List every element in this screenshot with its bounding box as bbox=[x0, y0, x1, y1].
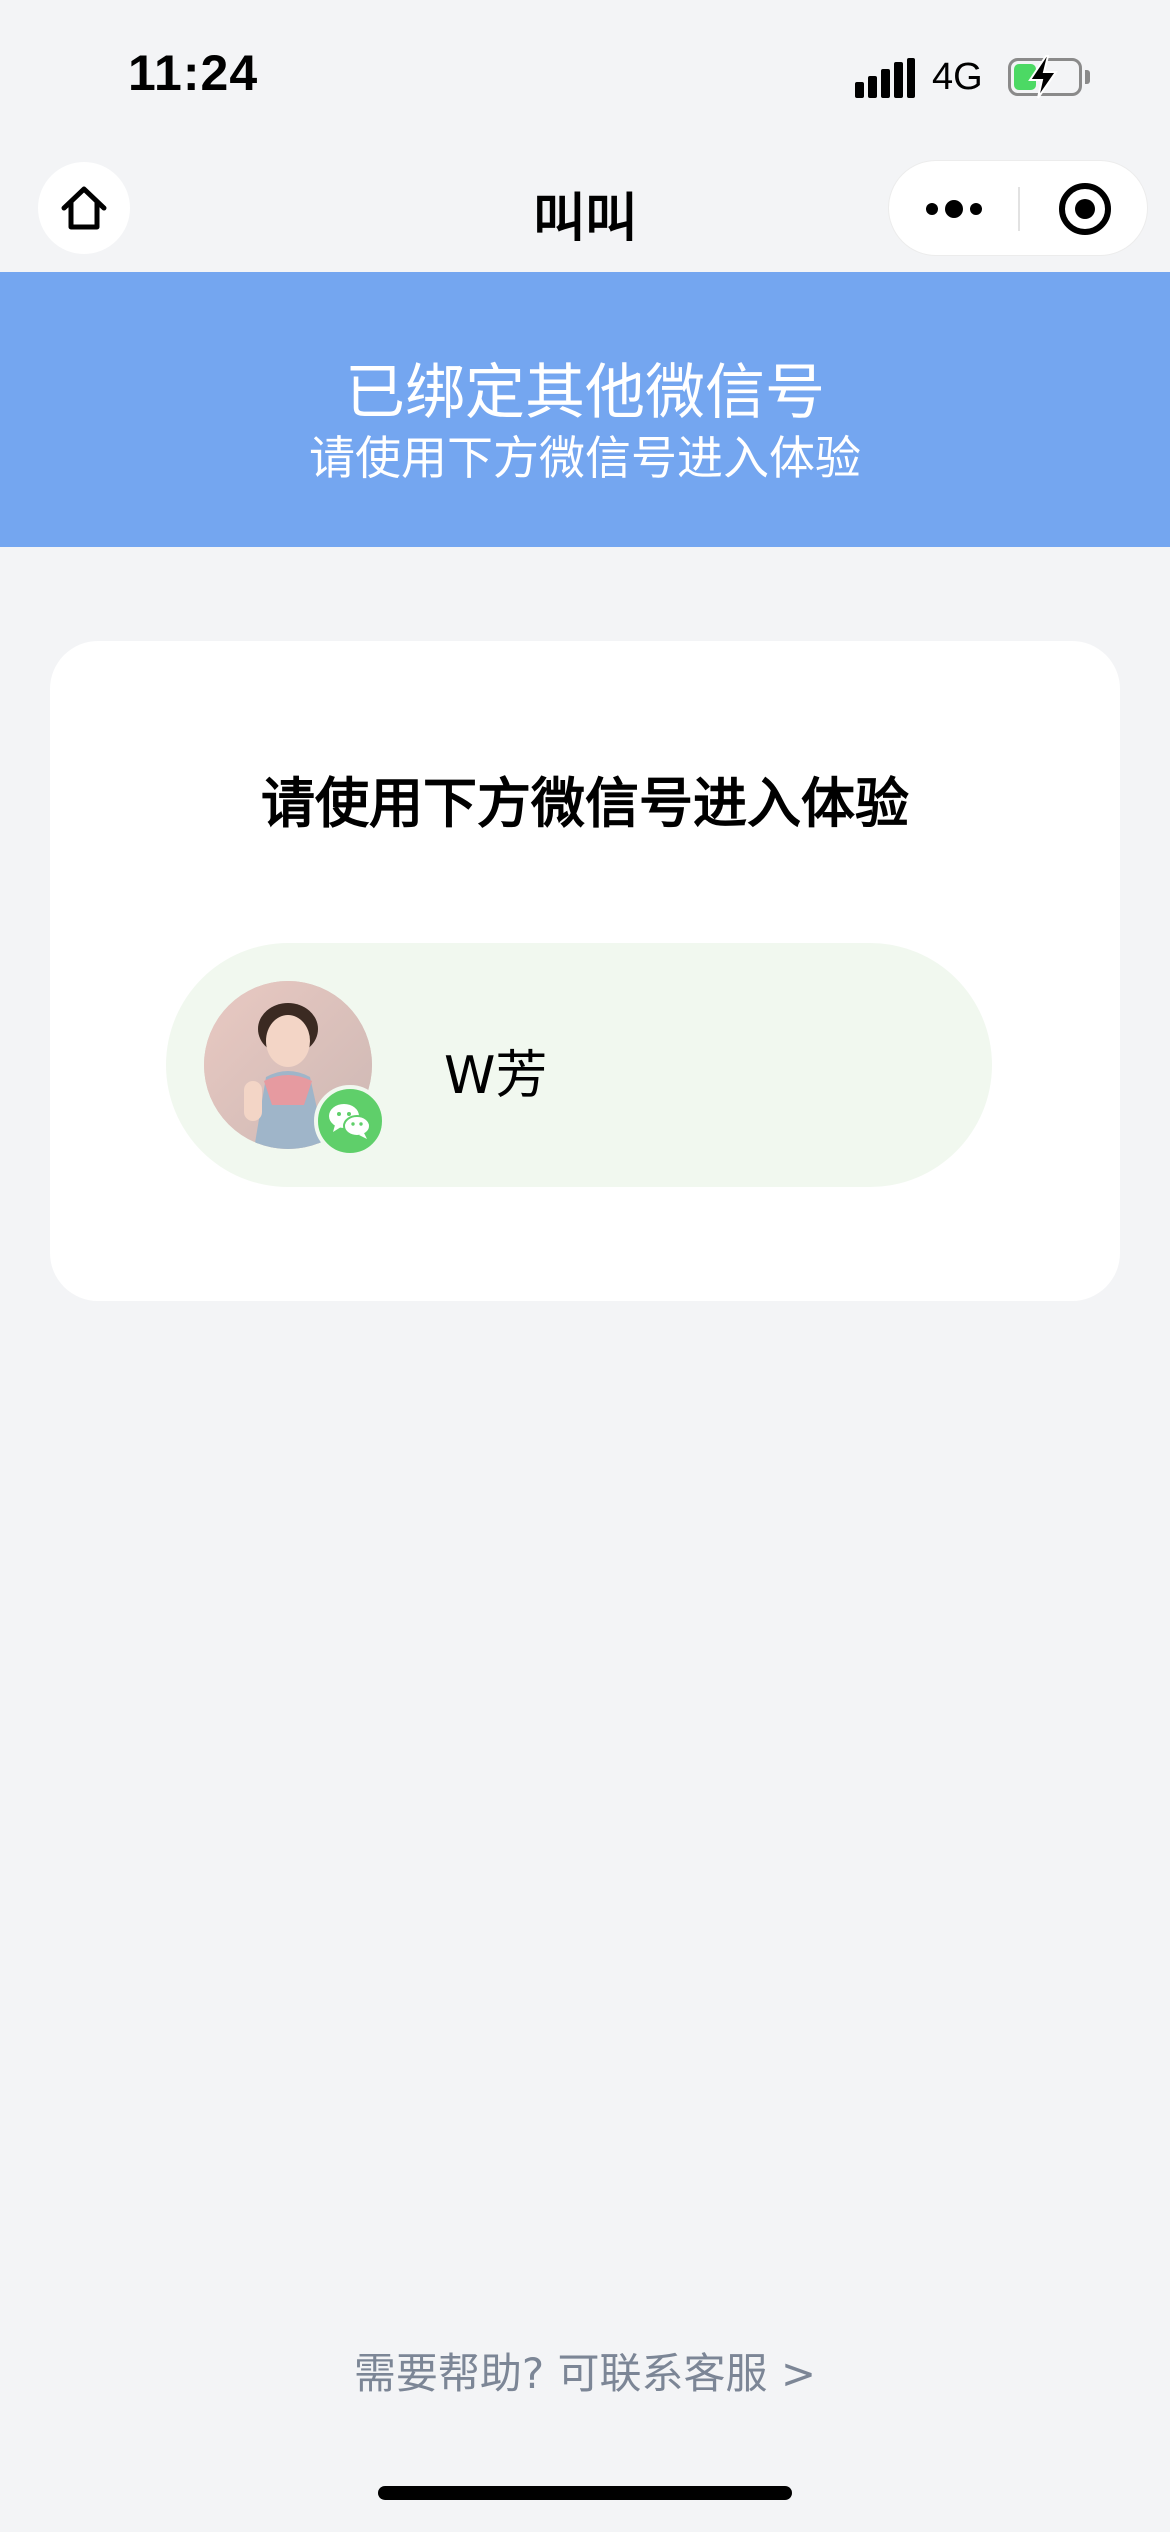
wechat-icon bbox=[314, 1085, 386, 1157]
contact-support-link[interactable]: 需要帮助? 可联系客服 > bbox=[0, 2340, 1170, 2401]
network-label: 4G bbox=[932, 56, 983, 98]
home-indicator[interactable] bbox=[378, 2486, 792, 2500]
wechat-account-item[interactable]: W芳 bbox=[166, 943, 992, 1187]
more-dots-icon bbox=[925, 200, 982, 218]
status-bar: 11:24 4G bbox=[0, 0, 1170, 150]
banner-subtitle: 请使用下方微信号进入体验 bbox=[309, 431, 861, 485]
status-time: 11:24 bbox=[128, 45, 259, 101]
banner-title: 已绑定其他微信号 bbox=[345, 358, 825, 428]
nav-bar: 叫叫 bbox=[0, 150, 1170, 272]
mini-program-capsule bbox=[888, 160, 1148, 256]
account-card: 请使用下方微信号进入体验 W芳 bbox=[50, 641, 1120, 1301]
signal-bars-icon bbox=[855, 58, 915, 98]
target-close-icon bbox=[1058, 183, 1111, 235]
notice-banner: 已绑定其他微信号 请使用下方微信号进入体验 bbox=[0, 272, 1170, 547]
wechat-logo bbox=[329, 1104, 371, 1139]
card-title: 请使用下方微信号进入体验 bbox=[261, 772, 909, 835]
more-button[interactable] bbox=[889, 161, 1018, 257]
account-name: W芳 bbox=[444, 1046, 548, 1106]
close-mini-program-button[interactable] bbox=[1020, 161, 1149, 257]
charging-bolt-icon bbox=[1028, 55, 1058, 99]
battery-cap bbox=[1085, 70, 1090, 84]
